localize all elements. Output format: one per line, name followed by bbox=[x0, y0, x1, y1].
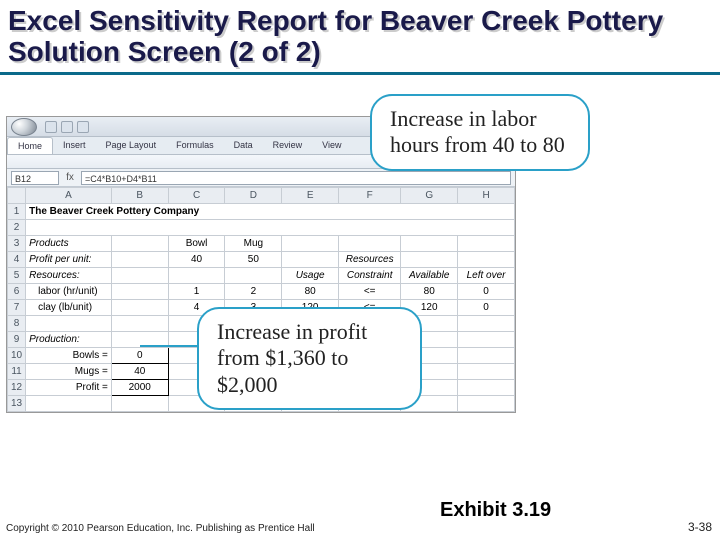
cell-H5[interactable]: Left over bbox=[458, 268, 515, 284]
exhibit-label: Exhibit 3.19 bbox=[440, 499, 551, 522]
callout-profit: Increase in profit from $1,360 to $2,000 bbox=[197, 307, 422, 410]
col-H[interactable]: H bbox=[458, 188, 515, 204]
cell-E6[interactable]: 80 bbox=[282, 284, 339, 300]
cell-D6[interactable]: 2 bbox=[225, 284, 282, 300]
cell-C3[interactable]: Bowl bbox=[168, 236, 225, 252]
cell-B12[interactable]: 2000 bbox=[111, 380, 168, 396]
tab-formulas[interactable]: Formulas bbox=[166, 137, 224, 154]
slide-title-1: Excel Sensitivity Report for Beaver Cree… bbox=[8, 5, 663, 36]
tab-insert[interactable]: Insert bbox=[53, 137, 96, 154]
name-box[interactable]: B12 bbox=[11, 171, 59, 185]
quick-access-toolbar bbox=[45, 121, 89, 133]
col-G[interactable]: G bbox=[401, 188, 458, 204]
col-A[interactable]: A bbox=[26, 188, 112, 204]
cell-B11[interactable]: 40 bbox=[111, 364, 168, 380]
cell-B10[interactable]: 0 bbox=[111, 348, 168, 364]
col-F[interactable]: F bbox=[339, 188, 401, 204]
col-D[interactable]: D bbox=[225, 188, 282, 204]
formula-bar[interactable]: =C4*B10+D4*B11 bbox=[81, 171, 511, 185]
cell-A7[interactable]: clay (lb/unit) bbox=[26, 300, 112, 316]
cell-A3[interactable]: Products bbox=[26, 236, 112, 252]
tab-review[interactable]: Review bbox=[263, 137, 313, 154]
cell-B3[interactable] bbox=[111, 236, 168, 252]
cell-A5[interactable]: Resources: bbox=[26, 268, 112, 284]
callout-labor-hours: Increase in labor hours from 40 to 80 bbox=[370, 94, 590, 171]
cell-C4[interactable]: 40 bbox=[168, 252, 225, 268]
cell-F4[interactable]: Resources bbox=[339, 252, 401, 268]
cell-G6[interactable]: 80 bbox=[401, 284, 458, 300]
cell-A12[interactable]: Profit = bbox=[26, 380, 112, 396]
cell-F5[interactable]: Constraint bbox=[339, 268, 401, 284]
cell-G5[interactable]: Available bbox=[401, 268, 458, 284]
slide-title-2: Solution Screen (2 of 2) bbox=[8, 36, 321, 67]
corner-cell bbox=[8, 188, 26, 204]
cell-C6[interactable]: 1 bbox=[168, 284, 225, 300]
title-divider bbox=[0, 72, 720, 75]
cell-H7[interactable]: 0 bbox=[458, 300, 515, 316]
cell-A4[interactable]: Profit per unit: bbox=[26, 252, 112, 268]
cell-A6[interactable]: labor (hr/unit) bbox=[26, 284, 112, 300]
cell-row2[interactable] bbox=[26, 220, 515, 236]
callout-line-2 bbox=[140, 345, 197, 347]
cell-A10[interactable]: Bowls = bbox=[26, 348, 112, 364]
cell-D4[interactable]: 50 bbox=[225, 252, 282, 268]
cell-A11[interactable]: Mugs = bbox=[26, 364, 112, 380]
tab-page-layout[interactable]: Page Layout bbox=[96, 137, 167, 154]
page-number: 3-38 bbox=[688, 520, 712, 534]
col-B[interactable]: B bbox=[111, 188, 168, 204]
cell-D3[interactable]: Mug bbox=[225, 236, 282, 252]
office-button-icon bbox=[11, 118, 37, 136]
fx-icon: fx bbox=[63, 172, 77, 183]
tab-data[interactable]: Data bbox=[224, 137, 263, 154]
cell-H6[interactable]: 0 bbox=[458, 284, 515, 300]
cell-E5[interactable]: Usage bbox=[282, 268, 339, 284]
tab-home[interactable]: Home bbox=[7, 137, 53, 154]
col-E[interactable]: E bbox=[282, 188, 339, 204]
copyright-text: Copyright © 2010 Pearson Education, Inc.… bbox=[6, 523, 346, 534]
cell-A9[interactable]: Production: bbox=[26, 332, 112, 348]
tab-view[interactable]: View bbox=[312, 137, 351, 154]
cell-F6[interactable]: <= bbox=[339, 284, 401, 300]
col-C[interactable]: C bbox=[168, 188, 225, 204]
cell-A1[interactable]: The Beaver Creek Pottery Company bbox=[26, 204, 515, 220]
